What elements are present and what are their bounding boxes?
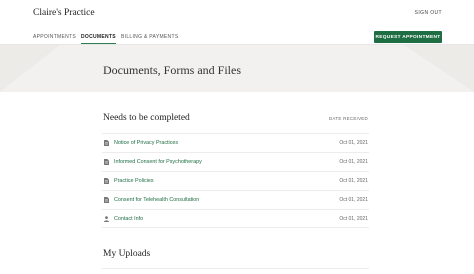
document-icon bbox=[103, 159, 109, 166]
list-item-date: Oct 01, 2021 bbox=[339, 215, 368, 222]
hero-decoration-right bbox=[404, 45, 474, 92]
list-item-date: Oct 01, 2021 bbox=[339, 197, 368, 203]
tab-documents[interactable]: DOCUMENTS bbox=[81, 34, 116, 44]
person-icon bbox=[103, 215, 109, 222]
list-item-link[interactable]: Practice Policies bbox=[114, 178, 154, 184]
list-item-link[interactable]: Consent for Telehealth Consultation bbox=[114, 197, 199, 203]
document-icon bbox=[103, 178, 109, 185]
list-item-date: Oct 01, 2021 bbox=[339, 159, 368, 165]
practice-name[interactable]: Claire's Practice bbox=[33, 8, 95, 18]
document-icon bbox=[103, 140, 109, 147]
list-item[interactable]: Informed Consent for Psychotherapy Oct 0… bbox=[102, 152, 369, 171]
list-item-link[interactable]: Contact Info bbox=[114, 216, 143, 222]
top-bar: Claire's Practice SIGN OUT bbox=[0, 0, 474, 28]
page-title: Documents, Forms and Files bbox=[103, 63, 241, 77]
document-icon bbox=[103, 197, 109, 204]
divider bbox=[102, 268, 369, 269]
tab-billing-payments[interactable]: BILLING & PAYMENTS bbox=[121, 34, 178, 43]
request-appointment-button[interactable]: REQUEST APPOINTMENT bbox=[374, 31, 442, 43]
hero-decoration-left bbox=[0, 45, 60, 92]
needs-list: Notice of Privacy Practices Oct 01, 2021… bbox=[102, 133, 369, 228]
list-item[interactable]: Practice Policies Oct 01, 2021 bbox=[102, 171, 369, 190]
sign-out-link[interactable]: SIGN OUT bbox=[415, 10, 442, 16]
list-item[interactable]: Notice of Privacy Practices Oct 01, 2021 bbox=[102, 133, 369, 152]
date-received-header: DATE RECEIVED bbox=[329, 116, 368, 121]
uploads-section-title: My Uploads bbox=[103, 249, 151, 259]
list-item-link[interactable]: Informed Consent for Psychotherapy bbox=[114, 159, 202, 165]
list-item[interactable]: Consent for Telehealth Consultation Oct … bbox=[102, 190, 369, 209]
list-item[interactable]: Contact Info Oct 01, 2021 bbox=[102, 209, 369, 228]
list-item-date: Oct 01, 2021 bbox=[339, 178, 368, 184]
list-item-link[interactable]: Notice of Privacy Practices bbox=[114, 140, 178, 146]
tab-appointments[interactable]: APPOINTMENTS bbox=[33, 34, 76, 43]
list-item-date: Oct 01, 2021 bbox=[339, 140, 368, 146]
hero-banner: Documents, Forms and Files bbox=[0, 45, 474, 92]
needs-section-title: Needs to be completed bbox=[103, 113, 190, 123]
